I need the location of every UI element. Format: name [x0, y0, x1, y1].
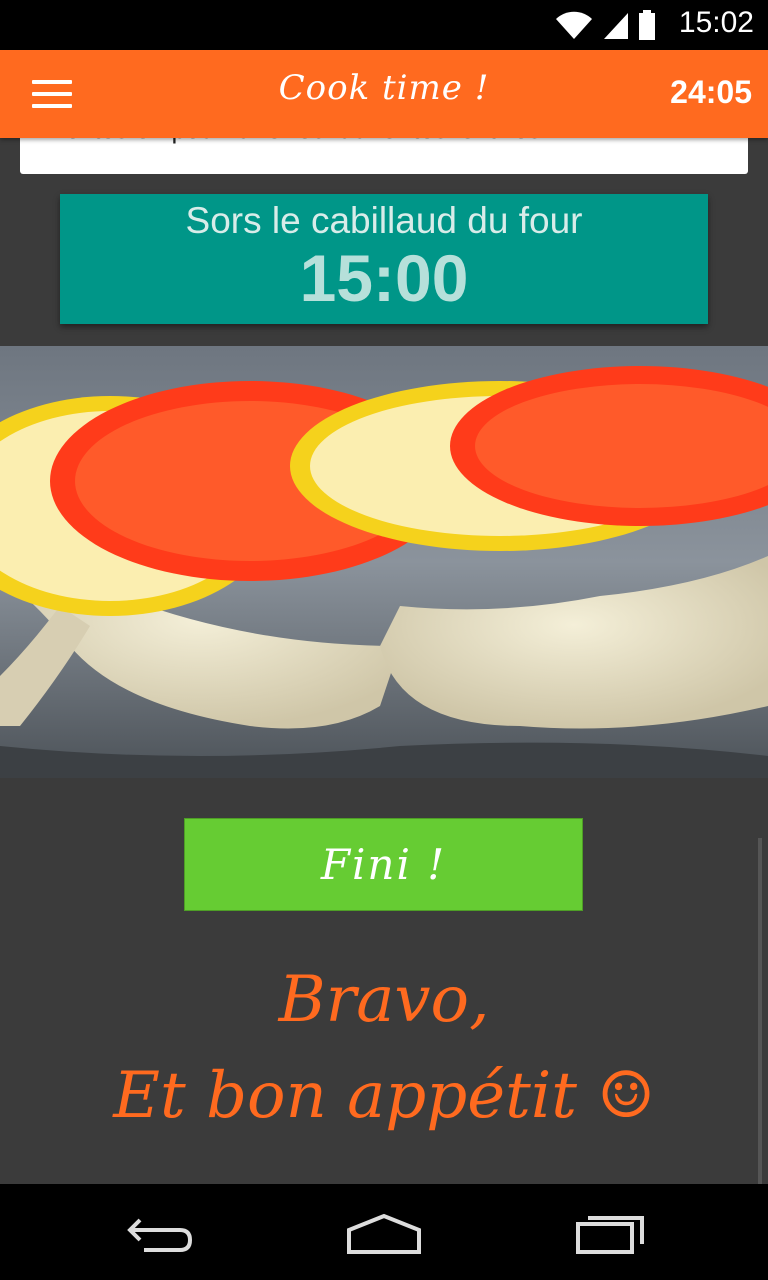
battery-icon — [639, 10, 655, 40]
current-step-box: Sors le cabillaud du four 15:00 — [60, 194, 708, 324]
bravo-line-1: Bravo, — [278, 963, 490, 1037]
bravo-message: Bravo, Et bon appétit ☺ — [0, 952, 768, 1144]
dish-photo — [0, 346, 768, 778]
wifi-icon — [556, 11, 592, 39]
app-title: Cook time ! — [278, 68, 490, 108]
done-button[interactable]: Fini ! — [184, 818, 583, 911]
signal-icon — [604, 13, 628, 39]
status-bar: 15:02 — [0, 0, 768, 50]
recent-apps-icon[interactable] — [566, 1204, 656, 1260]
step-label: Sors le cabillaud du four — [185, 200, 583, 241]
back-icon[interactable] — [118, 1204, 208, 1260]
app-bar: Cook time ! 24:05 — [0, 50, 768, 138]
navigation-bar — [0, 1184, 768, 1280]
bravo-line-2: Et bon appétit ☺ — [113, 1059, 655, 1133]
total-timer: 24:05 — [670, 74, 752, 110]
home-icon[interactable] — [339, 1204, 429, 1260]
status-time: 15:02 — [678, 6, 754, 39]
status-icons — [554, 10, 656, 40]
step-time: 15:00 — [299, 241, 469, 315]
